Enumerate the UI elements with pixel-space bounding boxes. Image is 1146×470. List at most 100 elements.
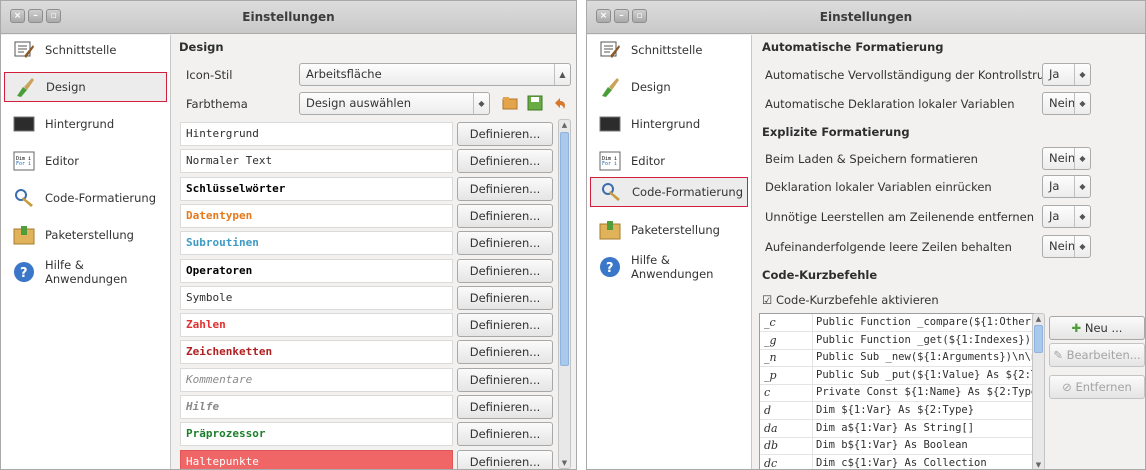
define-button[interactable]: Definieren... (457, 286, 553, 310)
icon-style-select[interactable]: Arbeitsfläche ▲ (299, 63, 571, 86)
shortcuts-table[interactable]: _c Public Function _compare(${1:Other} As… (759, 313, 1034, 469)
updown-icon: ◆ (1074, 148, 1090, 169)
define-button[interactable]: Definieren... (457, 340, 553, 364)
scroll-down-icon[interactable]: ▼ (1033, 460, 1044, 469)
table-row[interactable]: dc Dim c${1:Var} As Collection (760, 454, 1033, 469)
new-shortcut-button[interactable]: ✚ Neu ... (1049, 316, 1145, 340)
sidebar-item-label: Schnittstelle (631, 43, 703, 57)
color-theme-select[interactable]: Design auswählen ◆ (299, 92, 490, 115)
updown-icon: ◆ (1074, 206, 1090, 227)
updown-icon: ◆ (1074, 93, 1090, 114)
color-theme-label: Farbthema (186, 97, 248, 111)
sidebar-item-label: Paketerstellung (631, 223, 720, 237)
define-button[interactable]: Definieren... (457, 422, 553, 446)
save-icon[interactable] (527, 95, 543, 114)
table-row[interactable]: da Dim a${1:Var} As String[] (760, 419, 1033, 438)
define-button[interactable]: Definieren... (457, 204, 553, 228)
title-bar[interactable]: × – ▫ Einstellungen (587, 1, 1145, 34)
define-button[interactable]: Definieren... (457, 313, 553, 337)
select-value: Ja (1049, 67, 1060, 81)
updown-icon: ◆ (1074, 236, 1090, 257)
sidebar-item-editor[interactable]: Dim i For i Editor (590, 146, 748, 176)
sidebar-item-hintergrund[interactable]: Hintergrund (4, 109, 167, 139)
shortcuts-scrollbar[interactable]: ▲ ▼ (1032, 313, 1045, 469)
table-row[interactable]: c Private Const ${1:Name} As ${2:Type} = (760, 384, 1033, 403)
sidebar-item-label: Editor (45, 154, 80, 168)
explicit-row-label: Beim Laden & Speichern formatieren (765, 152, 978, 166)
updown-icon: ◆ (1074, 176, 1090, 197)
define-button[interactable]: Definieren... (457, 122, 553, 146)
shortcut-key: _n (764, 351, 777, 365)
sidebar-item-design[interactable]: Design (4, 72, 167, 102)
sidebar-item-label: Design (46, 80, 86, 94)
edit-icon: ✎ (1053, 348, 1063, 362)
table-row[interactable]: _p Public Sub _put(${1:Value} As ${2:Type… (760, 366, 1033, 385)
sidebar-item-hilfe[interactable]: ? Hilfe & Anwendungen (4, 257, 167, 287)
auto-complete-select[interactable]: Ja ◆ (1042, 63, 1091, 86)
define-button[interactable]: Definieren... (457, 259, 553, 283)
editor-icon: Dim i For i (13, 150, 35, 172)
explicit-row-label: Deklaration lokaler Variablen einrücken (765, 180, 992, 194)
table-row[interactable]: d Dim ${1:Var} As ${2:Type} (760, 402, 1033, 420)
revert-icon[interactable] (551, 95, 567, 114)
section-title-shortcuts: Code-Kurzbefehle (762, 268, 878, 282)
settings-sidebar: Schnittstelle Design Hintergrund Dim i Fo… (587, 35, 752, 469)
highlight-row: Präprozessor (180, 422, 453, 446)
define-button[interactable]: Definieren... (457, 450, 553, 469)
shortcut-key: c (764, 386, 771, 400)
remove-shortcut-button[interactable]: ⊘ Entfernen (1049, 375, 1145, 399)
sidebar-item-schnittstelle[interactable]: Schnittstelle (590, 35, 748, 65)
icon-style-value: Arbeitsfläche (306, 67, 382, 81)
scrollbar-thumb[interactable] (560, 132, 569, 366)
table-row[interactable]: _g Public Function _get(${1:Indexes}) As (760, 331, 1033, 350)
svg-text:For i: For i (602, 161, 617, 167)
sidebar-item-paketerstellung[interactable]: Paketerstellung (4, 220, 167, 250)
remove-icon: ⊘ (1062, 380, 1072, 394)
highlight-scrollbar[interactable]: ▲ ▼ (558, 119, 571, 469)
shortcut-key: da (764, 421, 778, 435)
sidebar-item-hilfe[interactable]: ? Hilfe & Anwendungen (590, 252, 748, 282)
shortcut-key: _g (764, 333, 777, 347)
sidebar-item-editor[interactable]: Dim i For i Editor (4, 146, 167, 176)
sidebar-item-label: Editor (631, 154, 666, 168)
format-on-load-select[interactable]: Nein ◆ (1042, 147, 1091, 170)
define-button[interactable]: Definieren... (457, 395, 553, 419)
sidebar-item-label: Hilfe & Anwendungen (631, 253, 714, 281)
icon-style-label: Icon-Stil (186, 68, 233, 82)
code-format-panel: Automatische Formatierung Automatische V… (753, 35, 1145, 469)
shortcut-code: Dim ${1:Var} As ${2:Type} (812, 402, 974, 420)
table-row[interactable]: db Dim b${1:Var} As Boolean (760, 437, 1033, 456)
table-row[interactable]: _c Public Function _compare(${1:Other} As (760, 314, 1033, 332)
package-icon (599, 219, 621, 241)
scroll-up-icon[interactable]: ▲ (559, 120, 570, 130)
define-button[interactable]: Definieren... (457, 177, 553, 201)
sidebar-item-code-formatierung[interactable]: Code-Formatierung (590, 177, 748, 207)
trim-spaces-select[interactable]: Ja ◆ (1042, 205, 1091, 228)
new-icon: ✚ (1071, 321, 1082, 335)
scroll-up-icon[interactable]: ▲ (1033, 314, 1044, 324)
edit-shortcut-button[interactable]: ✎ Bearbeiten... (1049, 343, 1145, 367)
keep-empty-lines-select[interactable]: Nein ◆ (1042, 235, 1091, 258)
highlight-row: Schlüsselwörter (180, 177, 453, 201)
scroll-down-icon[interactable]: ▼ (559, 458, 570, 468)
sidebar-item-paketerstellung[interactable]: Paketerstellung (590, 215, 748, 245)
sidebar-item-hintergrund[interactable]: Hintergrund (590, 109, 748, 139)
interface-icon (599, 39, 621, 61)
shortcut-key: db (764, 439, 779, 453)
shortcuts-enable-checkbox[interactable]: ☑ Code-Kurzbefehle aktivieren (762, 293, 939, 307)
package-icon (13, 224, 35, 246)
table-row[interactable]: _n Public Sub _new(${1:Arguments})\n\n (760, 349, 1033, 368)
sidebar-item-design[interactable]: Design (590, 72, 748, 102)
scrollbar-thumb[interactable] (1034, 325, 1043, 353)
define-button[interactable]: Definieren... (457, 149, 553, 173)
title-bar[interactable]: × – ▫ Einstellungen (1, 1, 576, 34)
sidebar-item-code-formatierung[interactable]: Code-Formatierung (4, 183, 167, 213)
define-button[interactable]: Definieren... (457, 368, 553, 392)
auto-declare-select[interactable]: Nein ◆ (1042, 92, 1091, 115)
explicit-row-label: Aufeinanderfolgende leere Zeilen behalte… (765, 240, 1012, 254)
auto-row-label: Automatische Vervollständigung der Kontr… (765, 68, 1068, 82)
indent-local-vars-select[interactable]: Ja ◆ (1042, 175, 1091, 198)
sidebar-item-schnittstelle[interactable]: Schnittstelle (4, 35, 167, 65)
open-folder-icon[interactable] (502, 95, 518, 114)
define-button[interactable]: Definieren... (457, 231, 553, 255)
